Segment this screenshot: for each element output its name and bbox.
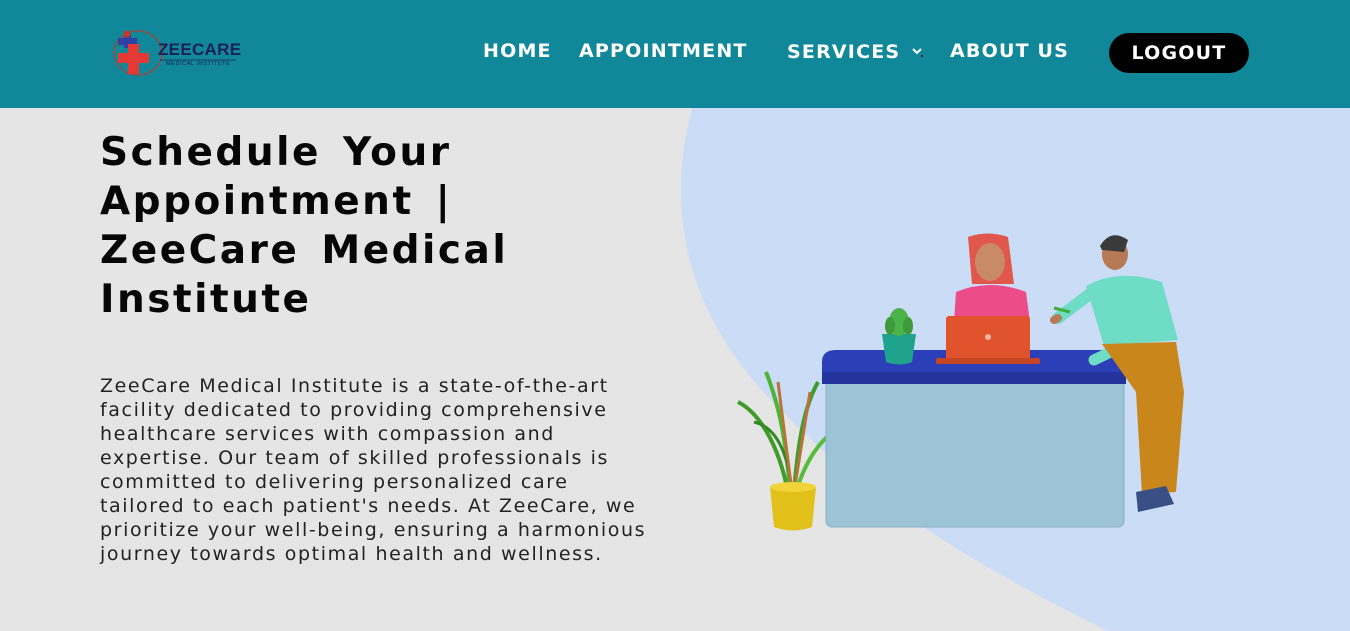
nav-about-us-link[interactable]: ABOUT US xyxy=(950,40,1069,62)
reception-desk-illustration xyxy=(737,233,1184,531)
logout-button[interactable]: LOGOUT xyxy=(1109,33,1249,73)
hero-title: Schedule Your Appointment | ZeeCare Medi… xyxy=(100,130,509,322)
hero-description: ZeeCare Medical Institute is a state-of-… xyxy=(100,375,647,565)
brand-name: ZEECARE xyxy=(158,40,242,59)
succulent-icon xyxy=(882,308,916,365)
chevron-down-icon[interactable] xyxy=(911,47,923,57)
brand-tagline: MEDICAL INSTITUTE xyxy=(166,61,231,67)
laptop-icon xyxy=(936,316,1040,364)
receptionist-figure xyxy=(954,233,1030,322)
nav-services-dropdown[interactable]: SERVICES xyxy=(787,41,900,63)
nav-appointment-link[interactable]: APPOINTMENT xyxy=(579,40,748,62)
desk-icon xyxy=(822,350,1126,528)
nav-home-link[interactable]: HOME xyxy=(483,40,552,62)
top-navbar: ZEECARE MEDICAL INSTITUTE HOME APPOINTME… xyxy=(0,0,1350,108)
